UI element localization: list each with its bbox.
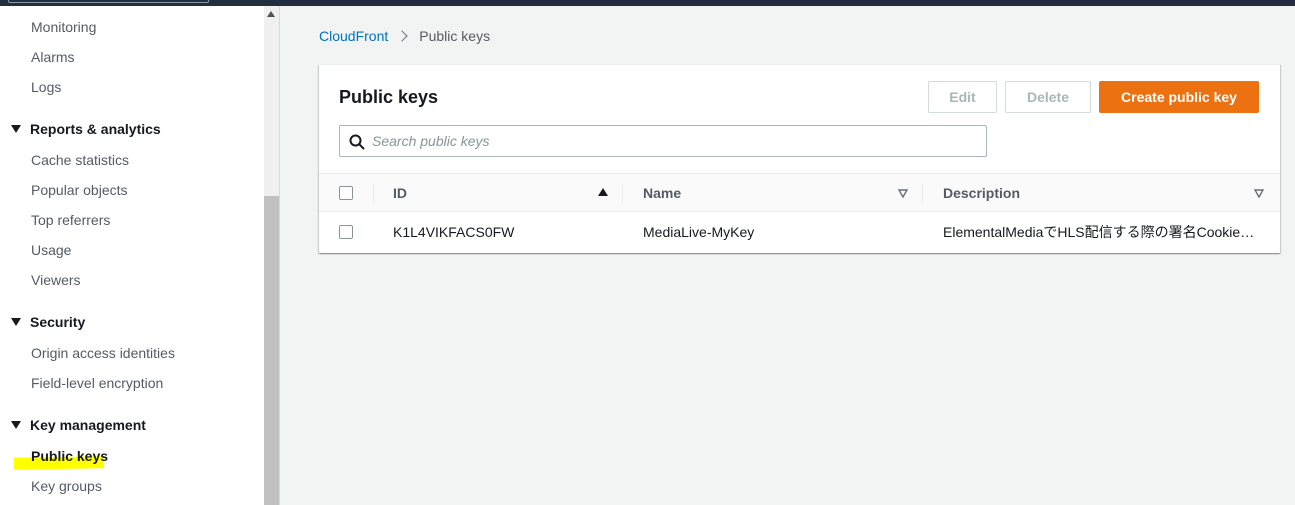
column-header-id[interactable]: ID (393, 185, 407, 201)
sort-descending-icon[interactable] (898, 189, 908, 198)
search-icon (349, 134, 365, 150)
search-input[interactable]: Search public keys (339, 125, 987, 157)
sidebar-item-usage[interactable]: Usage (31, 241, 71, 259)
column-divider (922, 184, 923, 204)
sidebar-item-monitoring[interactable]: Monitoring (31, 18, 96, 36)
sort-descending-icon[interactable] (1254, 189, 1264, 198)
sidebar-item-alarms[interactable]: Alarms (31, 48, 75, 66)
caret-down-icon (11, 421, 21, 429)
sidebar-item-top-referrers[interactable]: Top referrers (31, 211, 110, 229)
top-search-field[interactable] (8, 0, 209, 3)
sidebar-item-field-level-encryption[interactable]: Field-level encryption (31, 374, 163, 392)
scroll-up-arrow-icon[interactable] (267, 11, 275, 17)
sidebar-section-label: Security (30, 314, 86, 330)
sidebar-section-label: Reports & analytics (30, 121, 161, 137)
breadcrumb-cloudfront-link[interactable]: CloudFront (319, 28, 388, 44)
sidebar-item-public-keys[interactable]: Public keys (31, 447, 108, 465)
column-divider (622, 184, 623, 204)
sidebar-item-viewers[interactable]: Viewers (31, 271, 81, 289)
column-header-name[interactable]: Name (643, 185, 681, 201)
table-row[interactable]: K1L4VIKFACS0FW MediaLive-MyKey Elemental… (319, 212, 1280, 253)
table-header: ID Name Description (319, 173, 1280, 212)
sidebar-item-cache-statistics[interactable]: Cache statistics (31, 151, 129, 169)
sidebar-item-origin-access-identities[interactable]: Origin access identities (31, 344, 175, 362)
sidebar-section-reports[interactable]: Reports & analytics (11, 120, 161, 138)
divider (279, 6, 280, 505)
caret-down-icon (11, 125, 21, 133)
scrollbar-thumb[interactable] (264, 196, 279, 505)
public-keys-panel: Public keys Edit Delete Create public ke… (319, 64, 1280, 253)
breadcrumb-current: Public keys (419, 28, 491, 44)
sidebar-scrollbar[interactable] (264, 6, 279, 505)
sort-ascending-icon[interactable] (598, 188, 608, 196)
sidebar-section-key-management[interactable]: Key management (11, 416, 146, 434)
cell-id: K1L4VIKFACS0FW (393, 224, 515, 240)
sidebar: Monitoring Alarms Logs Reports & analyti… (0, 6, 264, 505)
create-public-key-button[interactable]: Create public key (1099, 81, 1259, 113)
search-placeholder: Search public keys (372, 133, 490, 149)
sidebar-item-key-groups[interactable]: Key groups (31, 477, 102, 495)
breadcrumb: CloudFront Public keys (319, 28, 490, 44)
sidebar-section-label: Key management (30, 417, 146, 433)
sidebar-section-security[interactable]: Security (11, 313, 85, 331)
edit-button[interactable]: Edit (928, 81, 997, 113)
cell-description: ElementalMediaでHLS配信する際の署名Cookie… (943, 224, 1255, 240)
chevron-right-icon (396, 30, 408, 42)
page-title: Public keys (339, 87, 439, 107)
cell-name: MediaLive-MyKey (643, 224, 755, 240)
delete-button[interactable]: Delete (1005, 81, 1091, 113)
column-divider (373, 184, 374, 204)
sidebar-item-popular-objects[interactable]: Popular objects (31, 181, 128, 199)
column-header-description[interactable]: Description (943, 185, 1020, 201)
select-all-checkbox[interactable] (339, 186, 353, 200)
caret-down-icon (11, 318, 21, 326)
sidebar-item-logs[interactable]: Logs (31, 78, 61, 96)
row-checkbox[interactable] (339, 225, 353, 239)
